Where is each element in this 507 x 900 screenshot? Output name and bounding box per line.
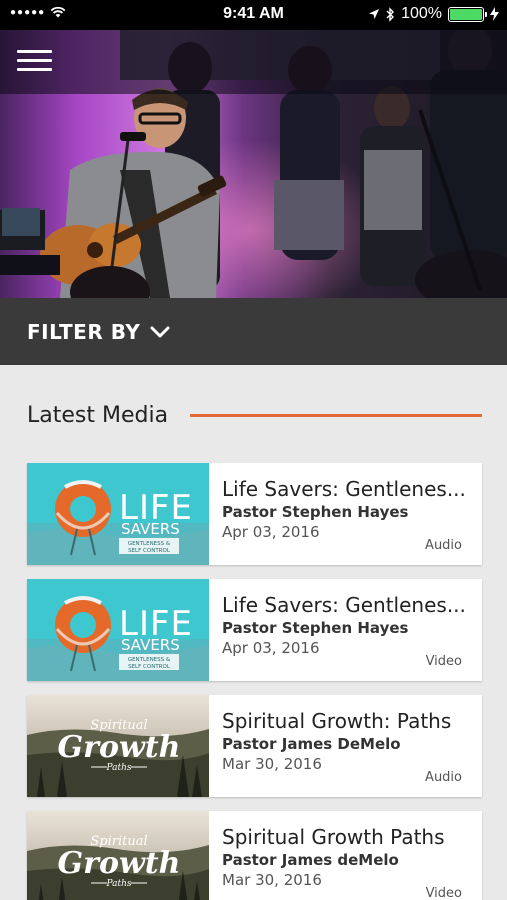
svg-text:SELF CONTROL: SELF CONTROL xyxy=(128,548,171,554)
media-speaker: Pastor Stephen Hayes xyxy=(222,503,409,521)
media-title: Spiritual Growth Paths xyxy=(222,825,445,849)
section-divider xyxy=(190,413,482,417)
battery-percent: 100% xyxy=(401,5,442,22)
location-arrow-icon xyxy=(369,9,380,19)
svg-text:Paths: Paths xyxy=(105,879,131,889)
svg-text:SELF CONTROL: SELF CONTROL xyxy=(128,664,171,670)
svg-text:GENTLENESS &: GENTLENESS & xyxy=(128,541,171,547)
media-type-badge: Audio xyxy=(425,770,462,785)
media-list: LIFE SAVERS GENTLENESS & SELF CONTROL Li… xyxy=(27,463,482,900)
media-type-badge: Audio xyxy=(425,538,462,553)
nav-bar xyxy=(0,30,507,94)
svg-text:GENTLENESS &: GENTLENESS & xyxy=(128,657,171,663)
filter-label: FILTER BY xyxy=(27,319,141,344)
media-item[interactable]: LIFE SAVERS GENTLENESS & SELF CONTROL Li… xyxy=(27,463,482,565)
svg-text:SAVERS: SAVERS xyxy=(121,520,180,538)
life-savers-thumbnail: LIFE SAVERS GENTLENESS & SELF CONTROL xyxy=(27,579,209,681)
spiritual-growth-thumbnail: Spiritual Growth Paths xyxy=(27,811,209,900)
chevron-down-icon xyxy=(150,326,170,337)
media-thumbnail: Spiritual Growth Paths xyxy=(27,811,209,900)
svg-text:SAVERS: SAVERS xyxy=(121,636,180,654)
media-speaker: Pastor James DeMelo xyxy=(222,735,401,753)
status-bar: ●●●●● 9:41 AM 100% xyxy=(0,0,507,30)
media-title: Spiritual Growth: Paths xyxy=(222,709,452,733)
media-item[interactable]: Spiritual Growth Paths Spiritual Growth:… xyxy=(27,695,482,797)
media-speaker: Pastor James deMelo xyxy=(222,851,399,869)
svg-text:Growth: Growth xyxy=(58,730,181,765)
media-thumbnail: LIFE SAVERS GENTLENESS & SELF CONTROL xyxy=(27,463,209,565)
media-type-badge: Video xyxy=(425,886,462,900)
media-speaker: Pastor Stephen Hayes xyxy=(222,619,409,637)
media-title: Life Savers: Gentlenes... xyxy=(222,477,466,501)
svg-text:Growth: Growth xyxy=(58,846,181,881)
section-heading: Latest Media xyxy=(27,395,482,435)
spiritual-growth-thumbnail: Spiritual Growth Paths xyxy=(27,695,209,797)
bluetooth-icon xyxy=(386,6,395,22)
life-savers-thumbnail: LIFE SAVERS GENTLENESS & SELF CONTROL xyxy=(27,463,209,565)
media-thumbnail: Spiritual Growth Paths xyxy=(27,695,209,797)
media-title: Life Savers: Gentlenes... xyxy=(222,593,466,617)
battery-icon xyxy=(448,6,487,22)
filter-by-button[interactable]: FILTER BY xyxy=(0,298,507,365)
media-item[interactable]: LIFE SAVERS GENTLENESS & SELF CONTROL Li… xyxy=(27,579,482,681)
media-thumbnail: LIFE SAVERS GENTLENESS & SELF CONTROL xyxy=(27,579,209,681)
charging-bolt-icon xyxy=(490,7,499,21)
hero-image xyxy=(0,30,507,298)
media-item[interactable]: Spiritual Growth Paths Spiritual Growth … xyxy=(27,811,482,900)
hamburger-icon[interactable] xyxy=(17,50,52,74)
media-type-badge: Video xyxy=(425,654,462,669)
svg-text:Paths: Paths xyxy=(105,763,131,773)
section-title: Latest Media xyxy=(27,402,169,428)
